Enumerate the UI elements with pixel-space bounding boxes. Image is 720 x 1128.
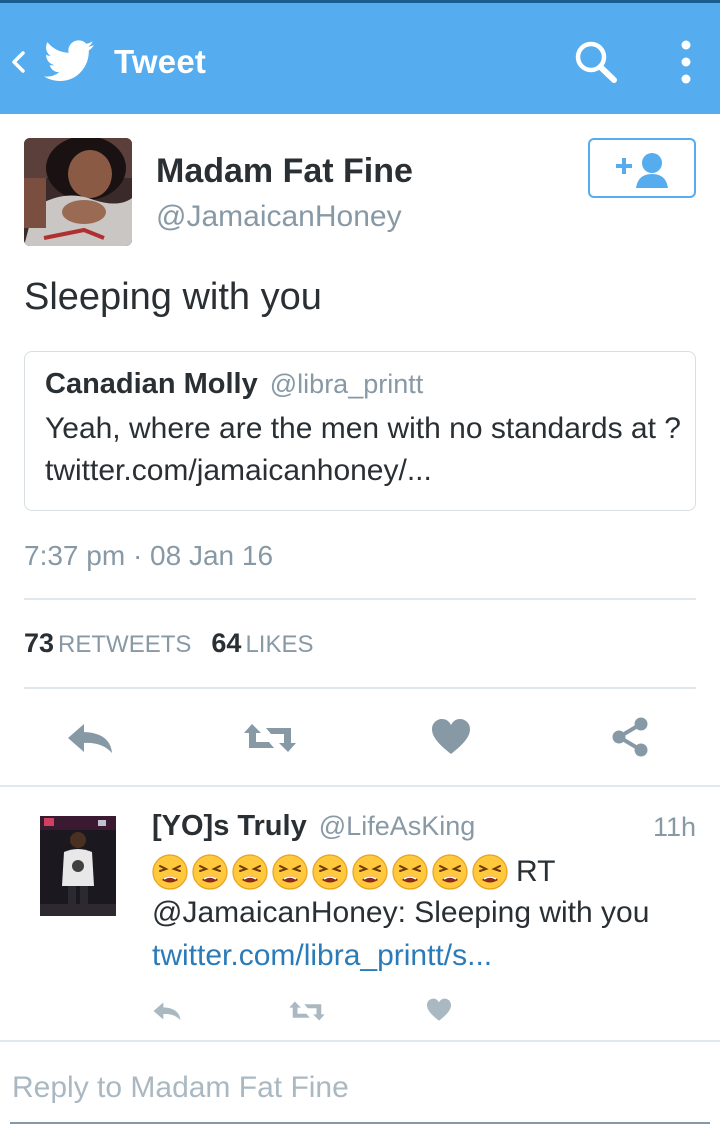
quoted-tweet-text: Yeah, where are the men with no standard… xyxy=(45,412,681,487)
tired-face-emoji xyxy=(392,854,428,890)
share-icon[interactable] xyxy=(610,716,650,758)
retweets-stat[interactable]: 73 RETWEETS xyxy=(24,628,191,658)
search-icon[interactable] xyxy=(572,39,620,85)
like-heart-icon[interactable] xyxy=(431,718,471,756)
reply-icon[interactable] xyxy=(66,720,114,756)
author-handle[interactable]: @JamaicanHoney xyxy=(156,200,402,234)
reply-author-name: [YO]s Truly xyxy=(152,810,307,842)
quoted-author-name: Canadian Molly xyxy=(45,368,258,400)
author-avatar[interactable] xyxy=(24,138,132,246)
compose-underline xyxy=(10,1122,710,1124)
tired-face-emoji xyxy=(352,854,388,890)
reply-author[interactable]: [YO]s Truly @LifeAsKing xyxy=(152,810,475,843)
divider xyxy=(0,785,720,787)
like-count: 64 xyxy=(211,628,242,658)
retweet-icon[interactable] xyxy=(242,722,298,754)
add-user-icon xyxy=(616,153,668,188)
tired-face-emoji xyxy=(152,854,188,890)
app-header: Tweet xyxy=(0,0,720,114)
avatar-photo xyxy=(24,138,132,246)
divider xyxy=(24,687,696,689)
tired-face-emoji xyxy=(432,854,468,890)
reply-icon[interactable] xyxy=(152,1000,182,1022)
reply-rt-text: RT xyxy=(516,855,556,888)
tired-face-emoji xyxy=(472,854,508,890)
retweet-icon[interactable] xyxy=(288,1000,326,1022)
reply-link[interactable]: twitter.com/libra_printt/s... xyxy=(152,939,492,973)
divider xyxy=(24,598,696,600)
tired-face-emoji xyxy=(192,854,228,890)
more-options-icon[interactable] xyxy=(676,37,696,87)
reply-text-line2: @JamaicanHoney: Sleeping with you xyxy=(152,896,650,929)
reply-author-handle: @LifeAsKing xyxy=(318,811,476,841)
retweet-count: 73 xyxy=(24,628,55,658)
like-label: LIKES xyxy=(245,631,314,658)
retweet-label: RETWEETS xyxy=(58,631,192,658)
back-chevron-icon[interactable] xyxy=(10,47,26,77)
tweet-timestamp: 7:37 pm · 08 Jan 16 xyxy=(24,540,274,571)
tired-face-emoji xyxy=(272,854,308,890)
likes-stat[interactable]: 64 LIKES xyxy=(211,628,313,658)
author-name[interactable]: Madam Fat Fine xyxy=(156,152,413,191)
tweet-stats: 73 RETWEETS 64 LIKES xyxy=(24,628,313,659)
tired-face-emoji xyxy=(312,854,348,890)
page-title: Tweet xyxy=(114,43,207,80)
reply-time: 11h xyxy=(652,812,696,842)
tired-face-emoji xyxy=(232,854,268,890)
reply-author-avatar[interactable] xyxy=(40,816,116,916)
tweet-text: Sleeping with you xyxy=(24,276,322,318)
quoted-tweet-card[interactable]: Canadian Molly @libra_printt Yeah, where… xyxy=(24,351,696,511)
avatar-photo xyxy=(40,816,116,916)
quoted-author: Canadian Molly @libra_printt xyxy=(45,368,423,401)
reply-compose-input[interactable]: Reply to Madam Fat Fine xyxy=(12,1071,349,1105)
divider xyxy=(0,1040,720,1042)
reply-text-line1: RT xyxy=(152,852,555,892)
twitter-bird-icon[interactable] xyxy=(44,40,94,82)
follow-button[interactable] xyxy=(588,138,696,198)
like-heart-icon[interactable] xyxy=(426,998,452,1022)
quoted-author-handle: @libra_printt xyxy=(269,369,424,399)
